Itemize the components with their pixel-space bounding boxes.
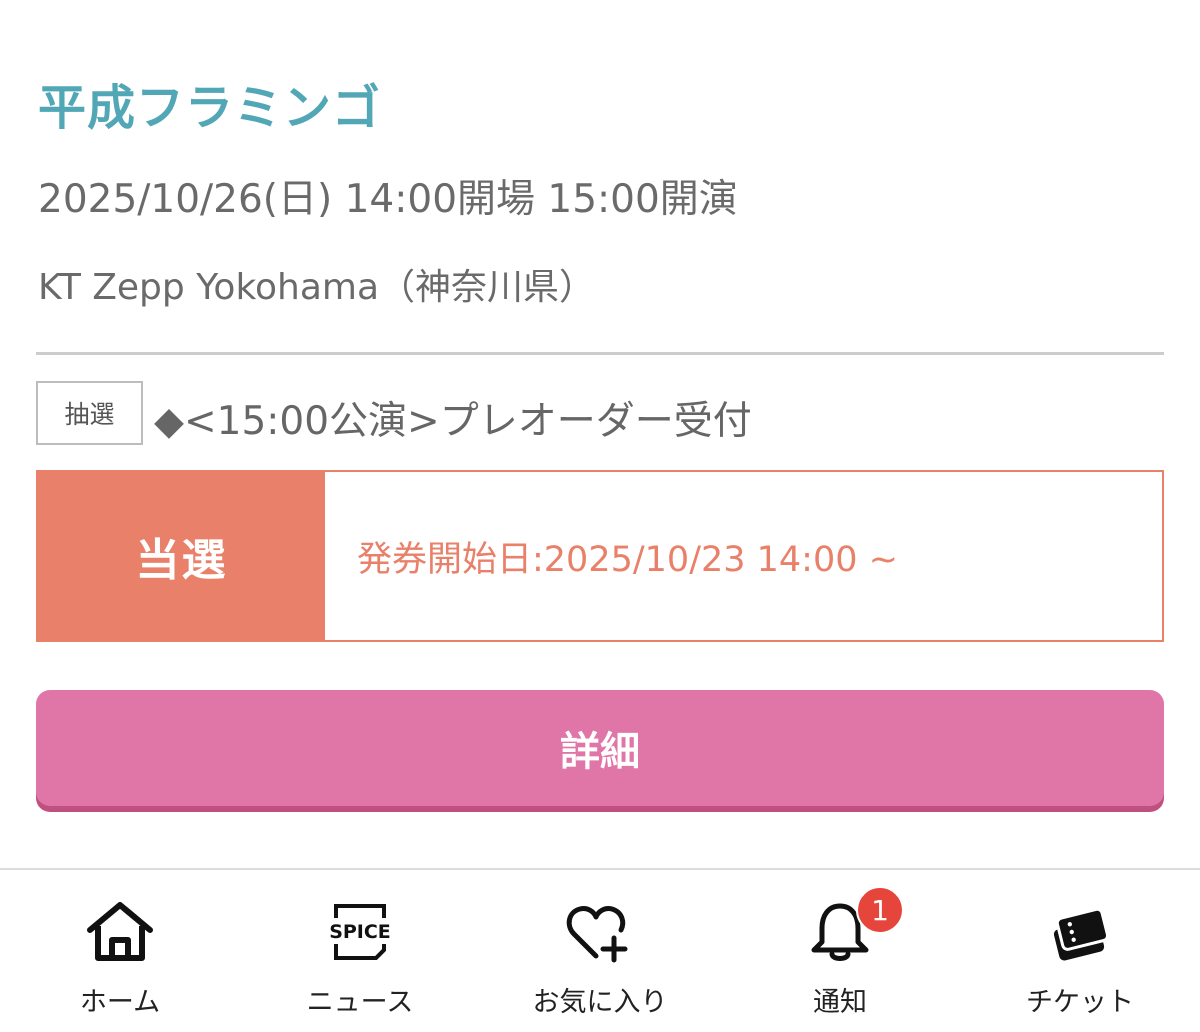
bottom-nav: ホーム SPICE ニュース お気に入り 1 通知 チケット: [0, 868, 1200, 1032]
svg-text:SPICE: SPICE: [329, 921, 391, 943]
result-status: 当選: [38, 472, 325, 640]
lottery-type-badge: 抽選: [36, 381, 143, 445]
notification-badge: 1: [856, 886, 904, 934]
heart-plus-icon: [564, 898, 636, 966]
detail-button[interactable]: 詳細: [36, 690, 1164, 806]
reception-name: ◆<15:00公演>プレオーダー受付: [154, 399, 752, 444]
ticket-issue-start: 発券開始日:2025/10/23 14:00 ~: [357, 539, 898, 580]
nav-item-notifications[interactable]: 1 通知: [720, 870, 960, 1032]
ticket-page: 平成フラミンゴ 2025/10/26(日) 14:00開場 15:00開演 KT…: [0, 0, 1200, 1032]
event-datetime: 2025/10/26(日) 14:00開場 15:00開演: [38, 177, 738, 222]
nav-item-favorites[interactable]: お気に入り: [480, 870, 720, 1032]
nav-label: ニュース: [306, 987, 414, 1018]
event-venue: KT Zepp Yokohama（神奈川県）: [38, 267, 596, 308]
divider: [36, 352, 1164, 355]
result-box: 当選 発券開始日:2025/10/23 14:00 ~: [36, 470, 1164, 642]
nav-item-home[interactable]: ホーム: [0, 870, 240, 1032]
nav-item-news[interactable]: SPICE ニュース: [240, 870, 480, 1032]
nav-label: チケット: [1026, 987, 1134, 1018]
nav-label: 通知: [813, 987, 867, 1018]
home-icon: [84, 898, 156, 966]
nav-label: お気に入り: [532, 987, 668, 1018]
ticket-icon: [1044, 898, 1116, 966]
nav-label: ホーム: [79, 987, 161, 1018]
event-title: 平成フラミンゴ: [38, 80, 382, 136]
nav-item-tickets[interactable]: チケット: [960, 870, 1200, 1032]
spice-news-icon: SPICE: [324, 898, 396, 966]
